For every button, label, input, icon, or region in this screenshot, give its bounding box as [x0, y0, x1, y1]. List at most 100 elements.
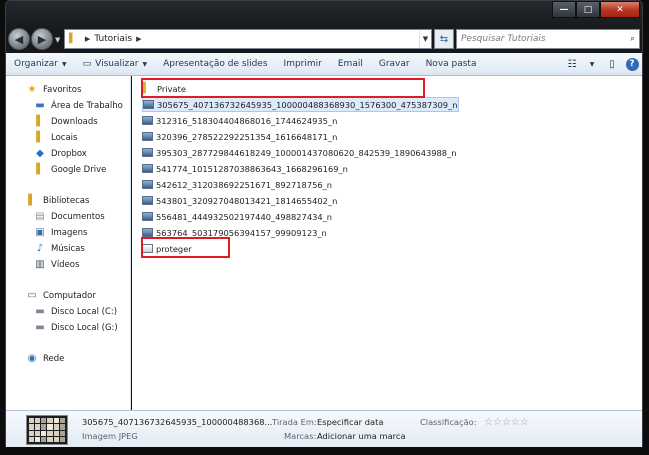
- recent-places-icon: ▌: [36, 132, 44, 143]
- minimize-button[interactable]: —: [552, 1, 576, 18]
- change-view-icon[interactable]: ☷: [562, 59, 582, 70]
- list-item[interactable]: 543801_320927048013421_1814655402_n: [142, 193, 337, 208]
- nav-item-documents[interactable]: ▤ Documentos: [34, 211, 105, 222]
- star-icon[interactable]: ☆: [502, 417, 511, 428]
- nav-libraries[interactable]: ▌ Bibliotecas: [26, 195, 89, 206]
- folder-icon: ▌: [69, 34, 76, 44]
- nav-label: Documentos: [51, 211, 105, 222]
- refresh-button[interactable]: ⇆: [434, 29, 454, 49]
- star-icon[interactable]: ☆: [484, 417, 493, 428]
- search-box[interactable]: Pesquisar Tutoriais ⌕: [456, 29, 640, 49]
- list-item[interactable]: 556481_444932502197440_498827434_n: [142, 209, 332, 224]
- address-bar[interactable]: ▌ ▶ Tutoriais ▶ ▼: [64, 29, 432, 49]
- image-file-icon: [142, 164, 153, 173]
- search-icon[interactable]: ⌕: [630, 34, 635, 44]
- date-taken-value[interactable]: Especificar data: [317, 417, 383, 427]
- nav-item-videos[interactable]: ▥ Vídeos: [34, 259, 79, 270]
- nav-item-locais[interactable]: ▌ Locais: [34, 132, 77, 143]
- nav-label: Disco Local (C:): [51, 306, 118, 317]
- list-item[interactable]: 563764_503179056394157_99909123_n: [142, 225, 327, 240]
- new-folder-button[interactable]: Nova pasta: [418, 59, 485, 69]
- breadcrumb-arrow-icon[interactable]: ▶: [85, 35, 90, 43]
- computer-icon: ▭: [27, 290, 37, 301]
- list-item[interactable]: 312316_518304404868016_1744624935_n: [142, 113, 337, 128]
- nav-label: Locais: [51, 132, 78, 143]
- burn-button[interactable]: Gravar: [371, 59, 418, 69]
- nav-label: Favoritos: [43, 84, 82, 95]
- image-file-icon: [142, 116, 153, 125]
- image-file-icon: [142, 148, 153, 157]
- star-icon[interactable]: ☆: [520, 417, 529, 428]
- tags-value[interactable]: Adicionar uma marca: [317, 431, 406, 441]
- nav-item-dropbox[interactable]: ◆ Dropbox: [34, 148, 87, 159]
- nav-buttons: ◀ ▶: [8, 28, 53, 50]
- file-name: 320396_278522292251354_1616648171_n: [156, 131, 338, 142]
- file-name: Private: [157, 83, 186, 94]
- star-icon[interactable]: ☆: [493, 417, 502, 428]
- file-name: 305675_407136732645935_100000488368930_1…: [157, 99, 458, 110]
- close-button[interactable]: ✕: [600, 1, 640, 18]
- nav-item-google-drive[interactable]: ▌ Google Drive: [34, 164, 106, 175]
- image-file-icon: [142, 132, 153, 141]
- downloads-folder-icon: ▌: [36, 116, 44, 127]
- nav-item-pictures[interactable]: ▣ Imagens: [34, 227, 87, 238]
- hard-drive-icon: ▬: [35, 306, 45, 317]
- batch-file-icon: [142, 244, 153, 253]
- dropbox-icon: ◆: [36, 148, 44, 159]
- image-file-icon: [142, 228, 153, 237]
- address-dropdown[interactable]: ▼: [419, 30, 431, 48]
- toolbar-right: ☷ ▼ ▯ ?: [562, 57, 642, 71]
- list-item[interactable]: 320396_278522292251354_1616648171_n: [142, 129, 337, 144]
- file-name: 395303_287729844618249_100001437080620_8…: [156, 147, 457, 158]
- navigation-pane: ★ Favoritos ▬ Área de Trabalho ▌ Downloads …: [6, 76, 131, 410]
- image-file-icon: [142, 196, 153, 205]
- nav-label: Rede: [43, 353, 65, 364]
- network-icon: ◉: [27, 353, 37, 364]
- rating-stars[interactable]: ☆ ☆ ☆ ☆ ☆: [484, 417, 529, 428]
- nav-favorites[interactable]: ★ Favoritos: [26, 84, 82, 95]
- nav-computer[interactable]: ▭ Computador: [26, 290, 96, 301]
- nav-item-music[interactable]: ♪ Músicas: [34, 243, 85, 254]
- help-button[interactable]: ?: [622, 57, 642, 71]
- nav-item-downloads[interactable]: ▌ Downloads: [34, 116, 98, 127]
- file-name: 563764_503179056394157_99909123_n: [156, 227, 327, 238]
- window-controls: — □ ✕: [552, 1, 640, 18]
- image-file-icon: [143, 100, 154, 109]
- email-button[interactable]: Email: [330, 59, 371, 69]
- nav-network[interactable]: ◉ Rede: [26, 353, 65, 364]
- list-item[interactable]: 542612_312038692251671_892718756_n: [142, 177, 332, 192]
- nav-item-desktop[interactable]: ▬ Área de Trabalho: [34, 100, 123, 111]
- recent-pages-dropdown[interactable]: ▼: [55, 36, 60, 44]
- nav-label: Computador: [43, 290, 96, 301]
- list-item[interactable]: 305675_407136732645935_100000488368930_1…: [142, 97, 459, 112]
- list-item-proteger[interactable]: proteger: [142, 241, 192, 256]
- help-icon: ?: [625, 57, 639, 71]
- nav-item-disk-c[interactable]: ▬ Disco Local (C:): [34, 306, 117, 317]
- nav-item-disk-g[interactable]: ▬ Disco Local (G:): [34, 322, 118, 333]
- nav-label: Bibliotecas: [43, 195, 90, 206]
- back-button[interactable]: ◀: [8, 28, 30, 50]
- nav-label: Disco Local (G:): [51, 322, 118, 333]
- list-item[interactable]: 395303_287729844618249_100001437080620_8…: [142, 145, 457, 160]
- list-item[interactable]: 541774_10151287038863643_1668296169_n: [142, 161, 348, 176]
- view-menu[interactable]: ▭ Visualizar ▼: [75, 59, 155, 69]
- preview-icon: ▭: [82, 59, 92, 69]
- breadcrumb-tutoriais[interactable]: Tutoriais: [94, 34, 132, 44]
- chevron-down-icon[interactable]: ▼: [582, 61, 602, 68]
- slideshow-button[interactable]: Apresentação de slides: [155, 59, 275, 69]
- details-filename: 305675_407136732645935_100000488368...: [82, 417, 273, 427]
- maximize-button[interactable]: □: [576, 1, 600, 18]
- organize-menu[interactable]: Organizar ▼: [6, 59, 75, 69]
- file-list: ▌ Private 305675_407136732645935_10000048…: [132, 76, 642, 410]
- forward-button[interactable]: ▶: [31, 28, 53, 50]
- pictures-icon: ▣: [35, 227, 45, 238]
- print-button[interactable]: Imprimir: [276, 59, 330, 69]
- file-name: 312316_518304404868016_1744624935_n: [156, 115, 338, 126]
- list-item-private-folder[interactable]: ▌ Private: [142, 81, 186, 96]
- nav-label: Vídeos: [51, 259, 80, 270]
- star-icon[interactable]: ☆: [511, 417, 520, 428]
- star-icon: ★: [27, 84, 37, 95]
- breadcrumb-arrow-icon[interactable]: ▶: [136, 35, 141, 43]
- preview-pane-icon[interactable]: ▯: [602, 59, 622, 70]
- nav-label: Músicas: [51, 243, 85, 254]
